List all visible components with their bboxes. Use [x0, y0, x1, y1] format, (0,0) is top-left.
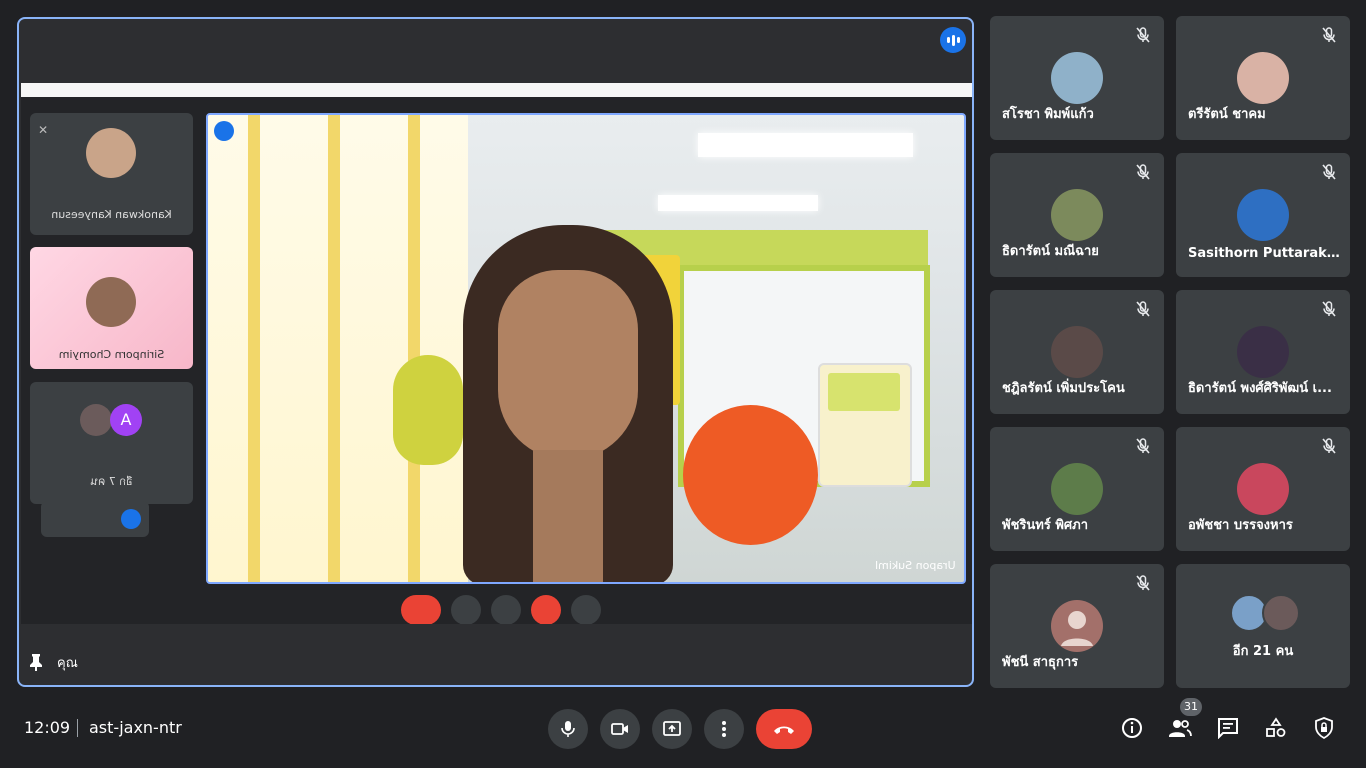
participant-name: สโรชา พิมพ์แก้ว [1002, 107, 1094, 122]
participant-tile[interactable]: ธิดารัตน์ มณีฉาย [990, 153, 1164, 277]
host-controls-icon [1315, 717, 1333, 739]
shared-mini-tile: Sirinporn Chomyim [30, 247, 193, 369]
avatar [1237, 463, 1289, 515]
more-participants-tile[interactable]: อีก 21 คน [1176, 564, 1350, 688]
participant-name: Sasithorn Puttaraksa [1188, 246, 1340, 261]
self-label: คุณ [57, 655, 78, 671]
participant-name: ธิดารัตน์ มณีฉาย [1002, 244, 1099, 259]
calculator-character [818, 363, 912, 487]
people-count-badge: 31 [1180, 698, 1202, 716]
shared-mini-tile: A อีก 7 คน [30, 382, 193, 504]
shared-screen: ✕ Kanokwan Kanyeesun Sirinporn Chomyim A… [21, 83, 972, 624]
camera-icon [611, 723, 628, 735]
activities-button[interactable] [1263, 715, 1289, 741]
more-options-button[interactable] [704, 709, 744, 749]
mic-off-icon [1136, 575, 1150, 591]
people-icon [1169, 720, 1192, 737]
mini-tile-name: อีก 7 คน [90, 475, 133, 488]
people-button[interactable] [1167, 715, 1193, 741]
avatar [1237, 189, 1289, 241]
participant-tile[interactable]: ตรีรัตน์ ชาคม [1176, 16, 1350, 140]
mic-off-icon [1322, 301, 1336, 317]
host-controls-button[interactable] [1311, 715, 1337, 741]
divider [77, 719, 78, 737]
avatar [86, 128, 136, 178]
avatar [1237, 52, 1289, 104]
mic-off-icon [1322, 164, 1336, 180]
more-options-icon [722, 721, 726, 737]
chat-button[interactable] [1215, 715, 1241, 741]
participant-name: ธิดารัตน์ พงศ์ศิริพัฒน์ เ... [1188, 381, 1332, 396]
participant-tile[interactable]: Sasithorn Puttaraksa [1176, 153, 1350, 277]
speaker-name: Urapon Sukiml [875, 559, 956, 572]
end-call-icon [774, 726, 794, 734]
speaking-indicator-icon [214, 121, 234, 141]
bottom-bar: 12:09 ast-jaxn-ntr 31 [0, 688, 1366, 768]
avatar [1051, 463, 1103, 515]
avatar [1237, 326, 1289, 378]
mic-off-icon [1322, 438, 1336, 454]
participant-tile[interactable]: สโรชา พิมพ์แก้ว [990, 16, 1164, 140]
avatar [1051, 600, 1103, 652]
more-options-icon [121, 509, 141, 529]
camera-button[interactable] [600, 709, 640, 749]
shared-window-strip [21, 83, 972, 97]
speaker-person [463, 225, 673, 582]
orange-character [683, 405, 818, 545]
avatar [80, 404, 112, 436]
mic-button[interactable] [548, 709, 588, 749]
mini-tile-name: Sirinporn Chomyim [58, 348, 165, 361]
main-presentation-tile[interactable]: ✕ Kanokwan Kanyeesun Sirinporn Chomyim A… [17, 17, 974, 687]
avatar [1051, 189, 1103, 241]
participant-tile[interactable]: ชฎิลรัตน์ เพิ่มประโคน [990, 290, 1164, 414]
shared-controls-bar [21, 593, 972, 624]
meeting-time: 12:09 [24, 718, 71, 737]
participant-tile[interactable]: อพัชชา บรรจงหาร [1176, 427, 1350, 551]
mic-off-icon [1136, 164, 1150, 180]
end-call-button[interactable] [756, 709, 812, 749]
avatar: A [110, 404, 142, 436]
speaking-indicator-icon [940, 27, 966, 53]
participant-name: ตรีรัตน์ ชาคม [1188, 107, 1266, 122]
mic-off-icon [1322, 27, 1336, 43]
mic-off-icon [1136, 27, 1150, 43]
avatar [86, 277, 136, 327]
classroom-window [208, 115, 468, 582]
mic-off-icon [1136, 438, 1150, 454]
shared-mini-controls [41, 501, 149, 537]
participant-tile[interactable]: ธิดารัตน์ พงศ์ศิริพัฒน์ เ... [1176, 290, 1350, 414]
pear-character [393, 355, 463, 465]
present-button[interactable] [652, 709, 692, 749]
participant-tile[interactable]: พัชรินทร์ พิศภา [990, 427, 1164, 551]
speaker-video: Urapon Sukiml [206, 113, 966, 584]
default-avatar-icon [1061, 611, 1093, 646]
participant-name: พัชนี สาธุการ [1002, 655, 1079, 670]
participant-name: พัชรินทร์ พิศภา [1002, 518, 1089, 533]
pin-icon[interactable] [29, 653, 43, 671]
self-label-bar: คุณ [21, 647, 78, 677]
avatar [1051, 326, 1103, 378]
mic-off-icon: ✕ [38, 123, 49, 137]
present-icon [663, 721, 681, 736]
mic-icon [561, 721, 575, 737]
avatar [1051, 52, 1103, 104]
participant-name: ชฎิลรัตน์ เพิ่มประโคน [1002, 381, 1125, 396]
more-participants-label: อีก 21 คน [1232, 644, 1294, 659]
participant-name: อพัชชา บรรจงหาร [1188, 518, 1293, 533]
chat-icon [1218, 718, 1238, 739]
meeting-code: ast-jaxn-ntr [89, 718, 182, 737]
mic-off-icon [1136, 301, 1150, 317]
mini-tile-name: Kanokwan Kanyeesun [51, 208, 172, 221]
participant-tile[interactable]: พัชนี สาธุการ [990, 564, 1164, 688]
avatar [1262, 594, 1300, 632]
activities-icon [1266, 717, 1286, 737]
info-icon [1122, 718, 1142, 738]
shared-mini-tile: ✕ Kanokwan Kanyeesun [30, 113, 193, 235]
meeting-info-button[interactable] [1119, 715, 1145, 741]
